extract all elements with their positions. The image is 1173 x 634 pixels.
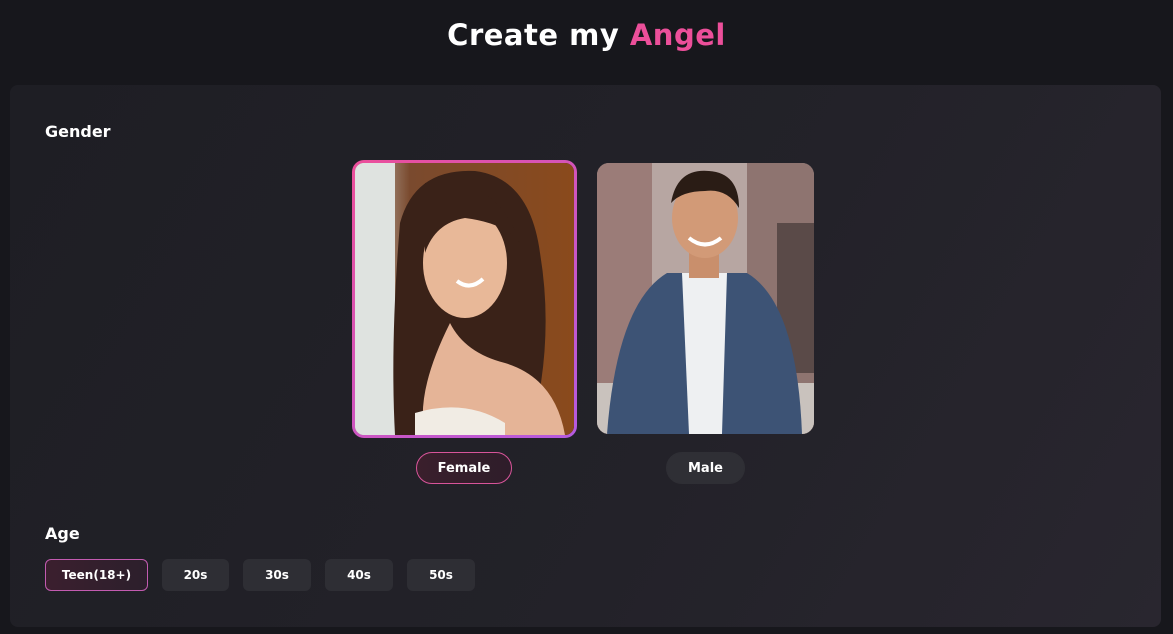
age-option-20s[interactable]: 20s: [162, 559, 229, 591]
page-title-prefix: Create my: [447, 18, 620, 52]
female-portrait-image: [355, 163, 574, 435]
page-title: Create my Angel: [0, 18, 1173, 52]
gender-section-label: Gender: [45, 122, 111, 141]
age-section-label: Age: [45, 524, 80, 543]
age-option-30s[interactable]: 30s: [243, 559, 311, 591]
age-option-40s[interactable]: 40s: [325, 559, 393, 591]
female-option-button[interactable]: Female: [416, 452, 512, 484]
page-title-accent: Angel: [629, 18, 726, 52]
male-portrait-card[interactable]: [597, 163, 814, 434]
age-option-teen[interactable]: Teen(18+): [45, 559, 148, 591]
male-option-button[interactable]: Male: [666, 452, 745, 484]
male-portrait-image: [597, 163, 814, 434]
creation-panel: Gender Female Male Age Teen(18+) 20s 30s…: [10, 85, 1161, 627]
age-options: Teen(18+) 20s 30s 40s 50s: [45, 559, 475, 591]
female-portrait-card[interactable]: [352, 160, 577, 438]
age-option-50s[interactable]: 50s: [407, 559, 475, 591]
